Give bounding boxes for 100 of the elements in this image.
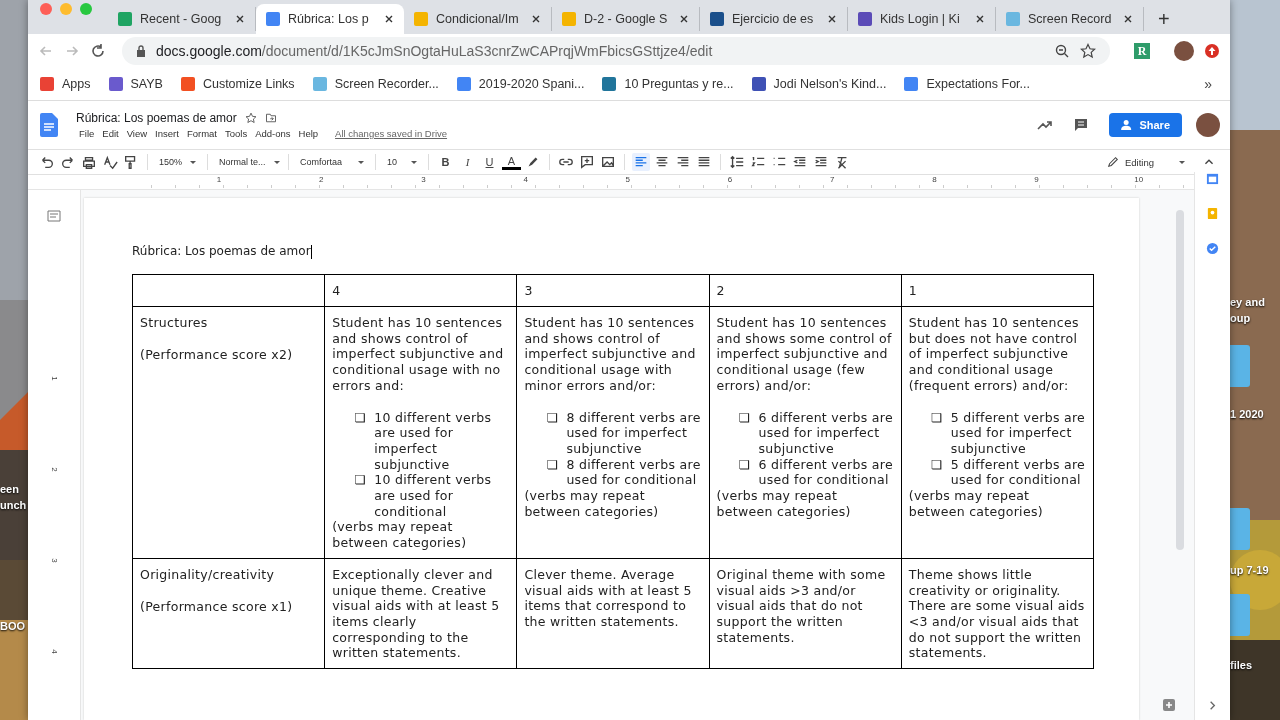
- menu-item[interactable]: Tools: [221, 128, 251, 139]
- bookmark[interactable]: 2019-2020 Spani...: [456, 77, 585, 91]
- spell-icon[interactable]: [101, 153, 119, 171]
- browser-tab[interactable]: D-2 - Google S: [552, 7, 700, 31]
- menu-item[interactable]: File: [76, 128, 98, 139]
- list-item-text: 6 different verbs are used for imperfect subjunctive: [758, 409, 894, 457]
- bookmark[interactable]: Apps: [40, 77, 91, 91]
- close-icon[interactable]: [975, 14, 985, 24]
- person-icon: [1121, 120, 1134, 130]
- bookmark[interactable]: Screen Recorder...: [312, 77, 439, 91]
- reload-icon[interactable]: [90, 43, 106, 59]
- zoom-dropdown[interactable]: 150%: [155, 157, 201, 167]
- folder-icon[interactable]: [264, 112, 277, 124]
- checkbox-bullet: ❏: [546, 456, 559, 474]
- new-tab-button[interactable]: +: [1152, 8, 1176, 31]
- vertical-ruler[interactable]: 1 2 3 4: [28, 190, 81, 720]
- cell-text: (verbs may repeat between categories): [908, 488, 1044, 520]
- address-bar[interactable]: docs.google.com/document/d/1K5cJmSnOgtaHuLaS3cnrZwCAPrqjWmFbicsGSttjze4/edit: [122, 37, 1110, 65]
- desktop-icon-label: ey and: [1230, 296, 1265, 308]
- bookmark[interactable]: Jodi Nelson's Kind...: [751, 77, 887, 91]
- menu-item[interactable]: View: [123, 128, 151, 139]
- save-status-link[interactable]: All changes saved in Drive: [335, 128, 448, 139]
- site-icon: [456, 77, 471, 91]
- list-item-text: 10 different verbs are used for imperfect subjunctive: [374, 409, 493, 473]
- close-icon[interactable]: [1123, 14, 1133, 24]
- browser-tab[interactable]: Screen Record: [996, 7, 1144, 31]
- menu-item[interactable]: Add-ons: [252, 128, 294, 139]
- more-bookmarks-button[interactable]: »: [1198, 75, 1218, 93]
- font-dropdown[interactable]: Comfortaa: [296, 157, 369, 167]
- site-icon: [266, 12, 280, 26]
- scrollbar[interactable]: [1176, 210, 1184, 550]
- menu-item[interactable]: Format: [183, 128, 220, 139]
- site-icon: [414, 12, 428, 26]
- desktop-icon-label: BOO: [0, 620, 26, 632]
- close-icon[interactable]: [827, 14, 837, 24]
- close-icon[interactable]: [679, 14, 689, 24]
- format-button[interactable]: B: [436, 156, 456, 168]
- document-title[interactable]: Rúbrica: Los poemas de amor: [76, 111, 237, 125]
- check-icon[interactable]: [1206, 242, 1219, 255]
- editing-mode-dropdown[interactable]: Editing: [1101, 155, 1191, 169]
- align-left-icon[interactable]: [632, 153, 651, 171]
- checkbox-bullet: ❏: [354, 409, 367, 427]
- list-item-text: 5 different verbs are used for imperfect subjunctive: [950, 409, 1087, 457]
- cell-text: (verbs may repeat between categories): [716, 488, 852, 520]
- bookmark[interactable]: Expectations For...: [904, 77, 1030, 91]
- document-page[interactable]: [84, 198, 1139, 720]
- cell-text: Originality/creativity: [140, 566, 276, 583]
- site-icon: [1006, 12, 1020, 26]
- desktop-icon-label: oup: [1230, 312, 1251, 324]
- format-button[interactable]: A: [502, 154, 522, 170]
- site-icon: [40, 77, 54, 91]
- menu-item[interactable]: Insert: [152, 128, 182, 139]
- menu-item[interactable]: Help: [295, 128, 322, 139]
- site-icon: [180, 77, 195, 91]
- star-icon[interactable]: [1080, 43, 1096, 59]
- share-button[interactable]: Share: [1109, 113, 1182, 137]
- update-icon[interactable]: [1204, 43, 1220, 59]
- cell-text: (Performance score x1): [140, 598, 294, 615]
- browser-tab[interactable]: Rúbrica: Los p: [256, 4, 404, 34]
- desktop-icon-label: een: [0, 483, 19, 495]
- close-icon[interactable]: [235, 14, 245, 24]
- site-icon: [904, 77, 919, 91]
- list-item-text: 8 different verbs are used for conditional: [566, 456, 702, 489]
- checkbox-bullet: ❏: [738, 409, 752, 427]
- lock-icon: [136, 45, 146, 57]
- docs-logo-icon[interactable]: [40, 113, 58, 137]
- close-icon[interactable]: [384, 14, 394, 24]
- cell-text: Student has 10 sentences and shows control of imperfect subjunctive and conditional usage with minor errors and/or:: [524, 315, 697, 394]
- style-dropdown[interactable]: Normal te...: [215, 157, 282, 167]
- browser-tab[interactable]: Kids Login | Ki: [848, 7, 996, 31]
- format-button[interactable]: U: [480, 156, 500, 168]
- browser-tab[interactable]: Recent - Goog: [108, 7, 256, 31]
- bookmark[interactable]: 10 Preguntas y re...: [602, 77, 734, 91]
- bookmark[interactable]: Customize Links: [180, 77, 295, 91]
- cell-text: (verbs may repeat between categories): [524, 488, 660, 520]
- site-icon: [118, 12, 132, 26]
- avatar-icon[interactable]: [1196, 113, 1220, 137]
- zoom-out-icon[interactable]: [1054, 43, 1070, 59]
- desktop-icon-label: up 7-19: [1230, 564, 1269, 576]
- pencil-icon: [1107, 156, 1119, 168]
- avatar-icon[interactable]: [1174, 41, 1194, 61]
- checkbox-bullet: ❏: [546, 409, 559, 427]
- bookmark[interactable]: SAYB: [108, 77, 163, 91]
- star-icon[interactable]: [244, 112, 257, 124]
- cell-text: Student has 10 sentences but does not have control of imperfect subjunctive and conditional usage (frequent errors) and/or:: [908, 315, 1080, 394]
- checkbox-bullet: ❏: [354, 472, 367, 490]
- browser-tab[interactable]: Condicional/Im: [404, 7, 552, 31]
- list-item-text: 10 different verbs are used for conditional: [374, 472, 493, 520]
- close-icon[interactable]: [531, 14, 541, 24]
- cell-text: Structures: [140, 315, 209, 331]
- explore-icon[interactable]: [1162, 698, 1176, 712]
- calendar-icon[interactable]: [1206, 172, 1219, 185]
- cell-text: (Performance score x2): [140, 346, 294, 363]
- menu-item[interactable]: Edit: [99, 128, 122, 139]
- desktop-icon-label: unch: [0, 499, 27, 511]
- table-cell: 2: [716, 283, 725, 298]
- format-button[interactable]: I: [458, 156, 478, 168]
- browser-tab[interactable]: Ejercicio de es: [700, 7, 848, 31]
- font-size-dropdown[interactable]: 10: [383, 157, 422, 167]
- comment-icon[interactable]: [1073, 117, 1090, 133]
